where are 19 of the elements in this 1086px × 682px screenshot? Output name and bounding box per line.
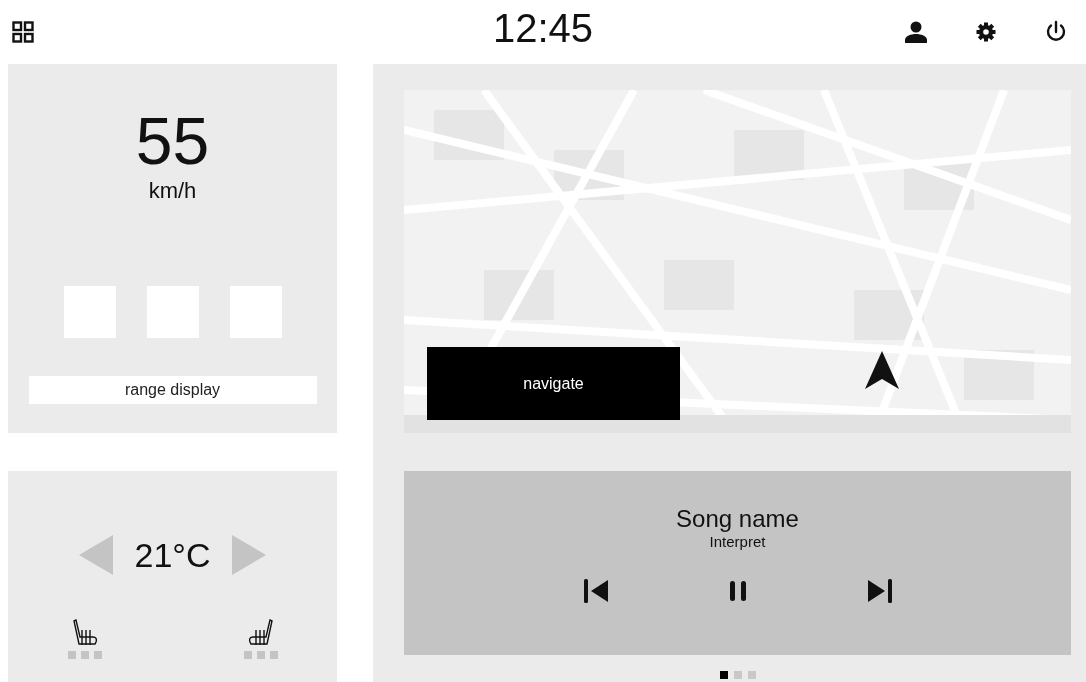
artist-name: Interpret bbox=[709, 533, 766, 550]
previous-track-icon[interactable] bbox=[582, 578, 609, 604]
page-indicator[interactable] bbox=[719, 671, 728, 679]
apps-grid-icon[interactable] bbox=[12, 21, 34, 43]
song-title: Song name bbox=[676, 505, 799, 533]
navigation-arrow-icon bbox=[865, 351, 899, 389]
pause-icon[interactable] bbox=[728, 580, 747, 602]
temperature: 21°C bbox=[134, 535, 211, 575]
speed-unit: km/h bbox=[148, 178, 197, 204]
navigate-button[interactable]: navigate bbox=[427, 347, 680, 420]
seat-heating-icon[interactable] bbox=[70, 619, 99, 647]
range-display: range display bbox=[28, 376, 317, 404]
seat-heating-icon[interactable] bbox=[246, 619, 275, 647]
user-icon[interactable] bbox=[904, 21, 928, 43]
clock: 12:45 bbox=[491, 6, 595, 51]
next-track-icon[interactable] bbox=[866, 578, 893, 604]
power-icon[interactable] bbox=[1044, 20, 1068, 44]
speed-value: 55 bbox=[135, 108, 210, 174]
settings-icon[interactable] bbox=[976, 22, 996, 42]
